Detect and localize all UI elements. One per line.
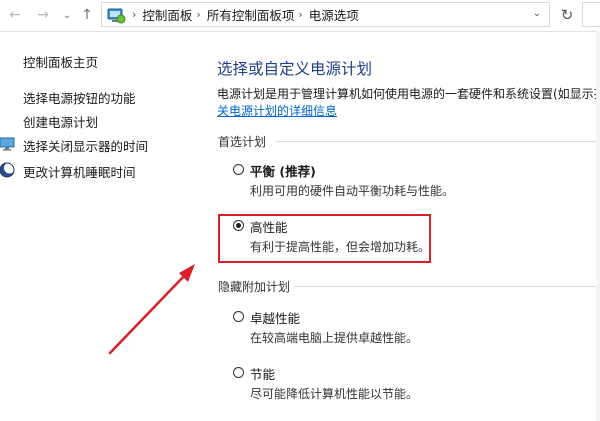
- address-toolbar: ← → ⌄ ↑ › 控制面板 › 所有控制面板项 › 电源选项 ⌄ ↻: [0, 0, 600, 32]
- plan-description: 电源计划是用于管理计算机如何使用电源的一套硬件和系统设置(如显示亮: [217, 87, 600, 101]
- vertical-scrollbar[interactable]: [596, 31, 600, 421]
- breadcrumb-control-panel[interactable]: 控制面板: [142, 5, 192, 24]
- hidden-plans-label: 隐藏附加计划: [218, 280, 291, 294]
- more-info-link[interactable]: 关电源计划的详细信息: [217, 102, 337, 119]
- display-icon: [0, 136, 15, 152]
- change-sleep-time-link[interactable]: 更改计算机睡眠时间: [0, 162, 136, 181]
- up-arrow-icon[interactable]: ↑: [78, 4, 96, 26]
- turn-off-display-label: 选择关闭显示器的时间: [23, 139, 149, 154]
- breadcrumb-separator-icon: ›: [196, 8, 201, 21]
- plan-name-balanced[interactable]: 平衡 (推荐): [250, 161, 316, 180]
- sleep-moon-icon: [0, 162, 15, 178]
- left-task-pane: 控制面板主页 选择电源按钮的功能 创建电源计划 选择关闭显示器的时间 更改计算机…: [0, 31, 200, 421]
- turn-off-display-link[interactable]: 选择关闭显示器的时间: [0, 136, 149, 155]
- create-power-plan-link[interactable]: 创建电源计划: [23, 112, 98, 131]
- plan-name-power-saver[interactable]: 节能: [250, 364, 275, 383]
- search-box[interactable]: [582, 2, 600, 27]
- plan-name-ultimate-performance[interactable]: 卓越性能: [250, 308, 300, 327]
- change-sleep-time-label: 更改计算机睡眠时间: [23, 165, 136, 180]
- breadcrumb-all-items[interactable]: 所有控制面板项: [207, 5, 295, 24]
- choose-power-button-link[interactable]: 选择电源按钮的功能: [23, 88, 136, 107]
- page-title: 选择或自定义电源计划: [217, 60, 373, 78]
- refresh-icon[interactable]: ↻: [556, 4, 578, 26]
- plan-desc-balanced: 利用可用的硬件自动平衡功耗与性能。: [250, 184, 455, 198]
- group-divider: [294, 286, 596, 287]
- radio-power-saver[interactable]: [233, 367, 244, 378]
- breadcrumb-power-options[interactable]: 电源选项: [309, 5, 359, 24]
- control-panel-icon: [106, 4, 128, 26]
- recent-locations-chevron-icon[interactable]: ⌄: [58, 4, 76, 26]
- group-divider: [276, 141, 596, 142]
- breadcrumb-separator-icon: ›: [298, 8, 303, 21]
- highlight-box: [218, 214, 431, 263]
- breadcrumb-separator-icon: ›: [132, 8, 137, 21]
- forward-arrow-icon[interactable]: →: [34, 4, 52, 26]
- back-arrow-icon[interactable]: ←: [6, 4, 24, 26]
- preferred-plans-label: 首选计划: [218, 135, 267, 149]
- plan-desc-power-saver: 尽可能降低计算机性能以节能。: [250, 387, 419, 401]
- control-panel-home-link[interactable]: 控制面板主页: [23, 52, 98, 71]
- main-content: 选择或自定义电源计划 电源计划是用于管理计算机如何使用电源的一套硬件和系统设置(…: [200, 31, 600, 421]
- plan-desc-ultimate-performance: 在较高端电脑上提供卓越性能。: [250, 331, 419, 345]
- address-dropdown-icon[interactable]: ⌄: [533, 8, 541, 19]
- radio-balanced[interactable]: [233, 164, 244, 175]
- address-bar[interactable]: › 控制面板 › 所有控制面板项 › 电源选项 ⌄: [101, 2, 550, 27]
- radio-ultimate-performance[interactable]: [233, 311, 244, 322]
